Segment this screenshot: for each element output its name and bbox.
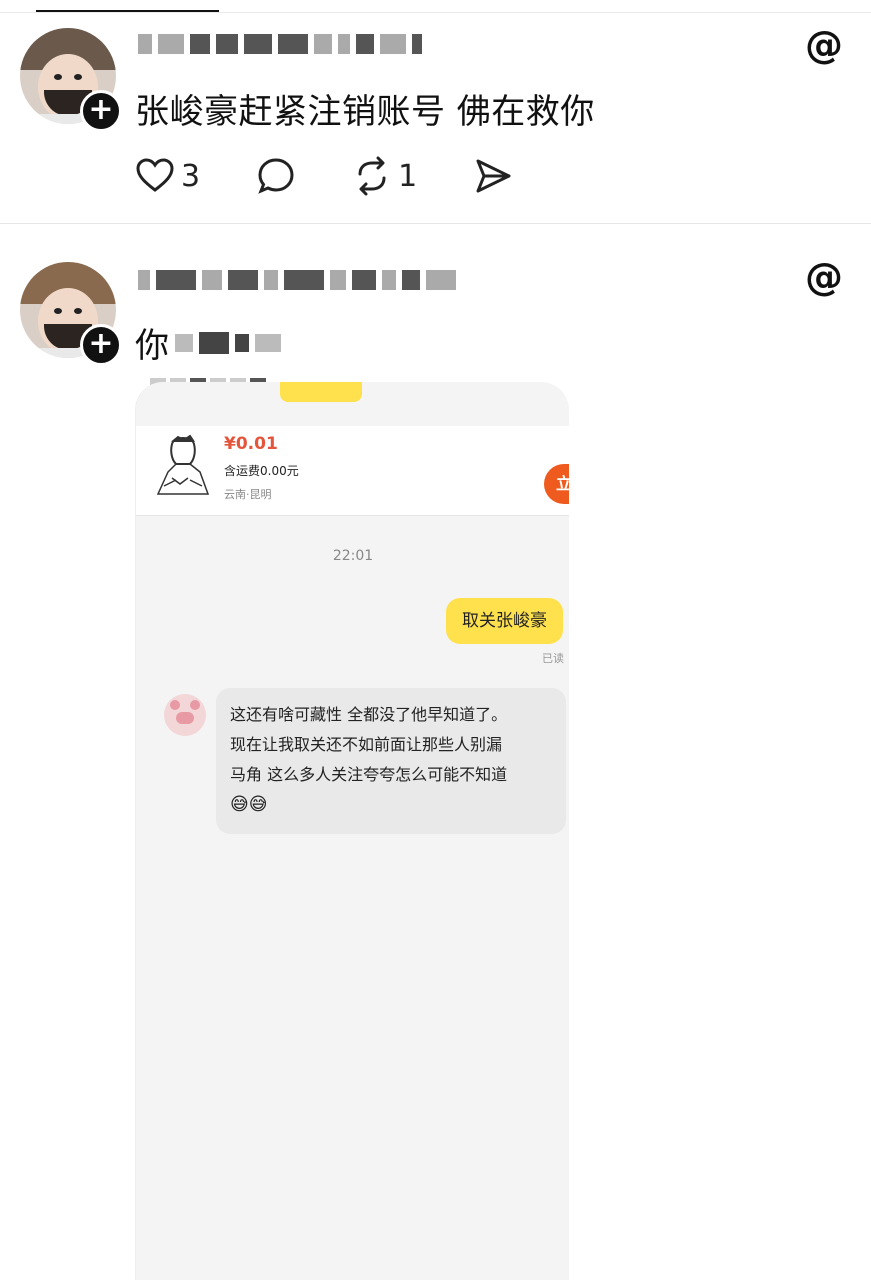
buy-now-button[interactable]: 立	[544, 464, 569, 504]
heart-icon	[136, 158, 174, 192]
post-text: 你	[135, 326, 169, 366]
sent-message-bubble[interactable]: 取关张峻豪	[446, 598, 563, 644]
like-count: 3	[181, 158, 201, 194]
post-text: 张峻豪赶紧注销账号 佛在救你	[135, 92, 595, 132]
reply-line-2: 现在让我取关还不如前面让那些人别漏	[230, 735, 503, 754]
reply-line-1: 这还有啥可藏性 全都没了他早知道了。	[230, 705, 508, 724]
follow-plus-icon[interactable]: +	[80, 90, 122, 132]
sweat-smile-emoji-icon: 😅😅	[230, 794, 268, 815]
threads-logo-icon[interactable]: @	[805, 26, 843, 64]
post-text-partially-pixelated: 你	[135, 318, 281, 367]
repost-button[interactable]: 1	[352, 156, 417, 196]
read-receipt: 已读	[542, 652, 564, 665]
follow-plus-icon[interactable]: +	[80, 324, 122, 366]
received-message-bubble[interactable]: 这还有啥可藏性 全都没了他早知道了。 现在让我取关还不如前面让那些人别漏 马角 …	[216, 688, 566, 834]
like-button[interactable]: 3	[135, 156, 200, 196]
post-actions: 3 1	[135, 156, 569, 196]
reply-line-3: 马角 这么多人关注夸夸怎么可能不知道	[230, 765, 508, 784]
post-2[interactable]: + @ 你 ¥0.01 含运费0.00元 云南·昆明 22:01 取关张峻豪 已…	[0, 226, 871, 1280]
product-sketch-image	[156, 434, 210, 495]
yellow-tab-fragment	[280, 382, 362, 402]
pig-avatar[interactable]	[164, 694, 206, 736]
comment-bubble-icon	[258, 158, 294, 194]
threads-logo-icon[interactable]: @	[805, 258, 843, 296]
author-name-pixelated[interactable]	[138, 32, 422, 56]
author-name-pixelated[interactable]	[138, 268, 456, 292]
share-button[interactable]	[473, 156, 513, 196]
product-card[interactable]: ¥0.01 含运费0.00元 云南·昆明 立	[136, 426, 569, 516]
post-1[interactable]: + @ 张峻豪赶紧注销账号 佛在救你 3 1	[0, 14, 871, 224]
seller-location: 云南·昆明	[224, 488, 272, 501]
send-icon	[476, 159, 511, 193]
top-divider	[0, 12, 871, 13]
repost-count: 1	[398, 158, 418, 194]
shipping-fee: 含运费0.00元	[224, 464, 299, 478]
message-timestamp: 22:01	[332, 548, 374, 564]
repost-icon	[358, 156, 386, 196]
comment-button[interactable]	[256, 156, 296, 196]
embedded-chat-screenshot[interactable]: ¥0.01 含运费0.00元 云南·昆明 立 22:01 取关张峻豪 已读 这还…	[135, 382, 569, 1280]
product-price: ¥0.01	[224, 434, 278, 454]
